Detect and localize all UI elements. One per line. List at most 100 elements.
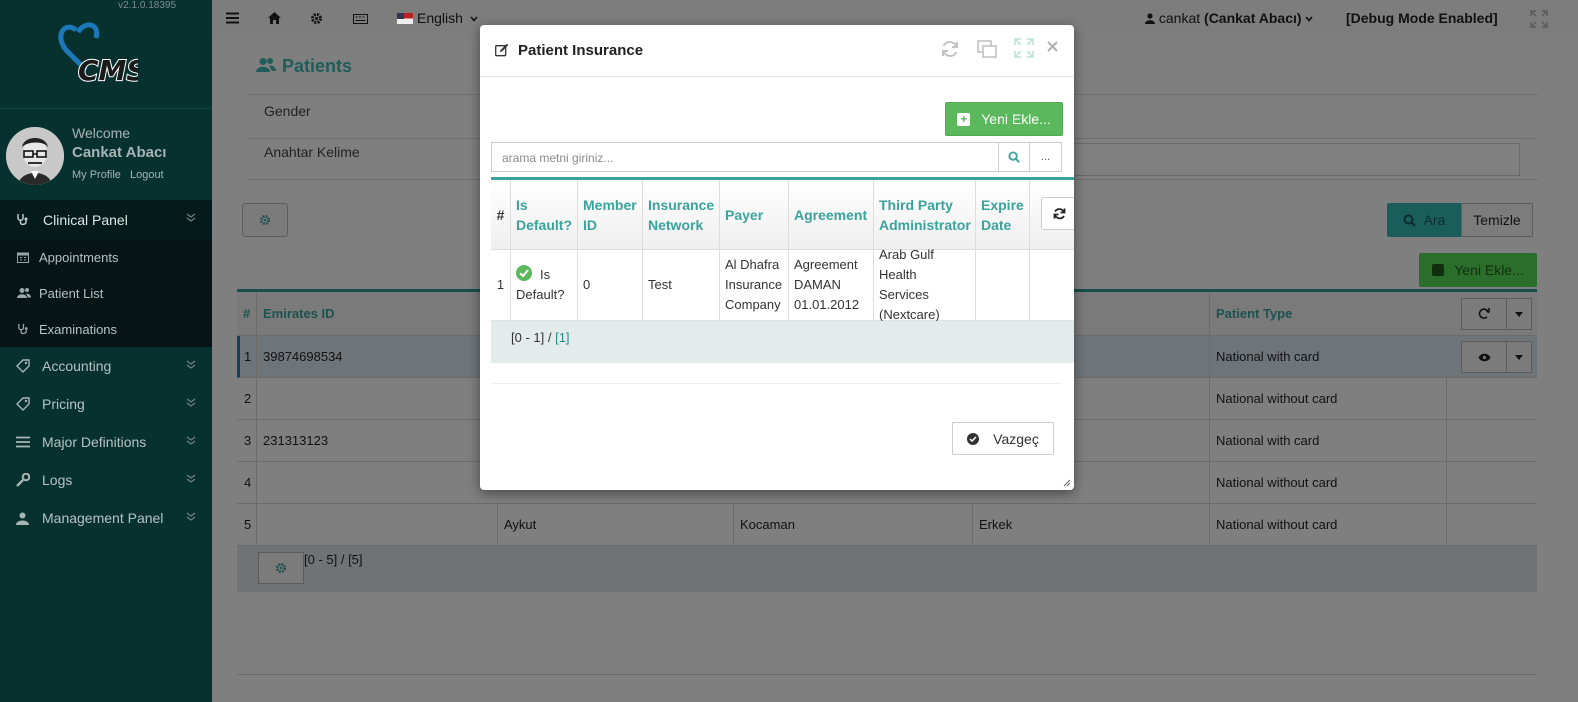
column-header-agreement[interactable]: Agreement — [788, 180, 873, 249]
table-pager: [0 - 5] / [5] — [304, 552, 363, 567]
table-footer: [0 - 1] / [1] — [491, 321, 1074, 363]
table-row[interactable]: 5 Aykut Kocaman Erkek National without c… — [237, 504, 1537, 546]
advanced-search-button[interactable]: ... — [1029, 142, 1062, 172]
sidebar-item-examinations[interactable]: Examinations — [0, 311, 212, 347]
clinical-submenu: Appointments Patient List Examinations — [0, 239, 212, 347]
modal-refresh-icon[interactable] — [940, 39, 960, 59]
column-header-no: # — [243, 306, 251, 321]
search-button[interactable]: Ara — [1387, 203, 1461, 237]
filter-settings-button[interactable] — [242, 203, 288, 237]
table-row[interactable]: 1 Is Default? 0 Test Al Dhafra Insurance… — [491, 247, 1074, 322]
chevron-down-icon — [186, 435, 196, 445]
table-refresh-button[interactable] — [1461, 298, 1507, 330]
column-header-third-party-administrator[interactable]: Third Party Administrator — [873, 180, 975, 249]
users-icon — [17, 287, 31, 299]
view-button[interactable] — [1461, 341, 1507, 373]
chevron-down-icon — [186, 212, 196, 222]
us-flag-icon — [397, 13, 413, 24]
sidebar-item-logs[interactable]: Logs — [0, 461, 212, 499]
sidebar-item-clinical-panel[interactable]: Clinical Panel — [0, 200, 212, 239]
column-header-payer[interactable]: Payer — [719, 180, 788, 249]
column-header-member-id[interactable]: Member ID — [577, 180, 642, 249]
sidebar-item-management-panel[interactable]: Management Panel — [0, 499, 212, 537]
actions-cell — [1446, 420, 1537, 461]
add-insurance-button[interactable]: + Yeni Ekle... — [945, 102, 1063, 136]
row-actions-cell — [1029, 250, 1074, 320]
patient-type-cell: National with card — [1209, 420, 1446, 461]
logout-link[interactable]: Logout — [130, 169, 164, 181]
sidebar-item-patient-list[interactable]: Patient List — [0, 275, 212, 311]
chevron-down-icon — [186, 359, 196, 369]
gear-icon — [275, 562, 287, 574]
keyboard-icon[interactable] — [353, 14, 368, 24]
user-name: Cankat Abacı — [72, 144, 167, 161]
gear-icon — [259, 214, 271, 226]
is-default-cell: Is Default? — [510, 250, 577, 320]
add-patient-button[interactable]: Yeni Ekle... — [1419, 253, 1537, 287]
menu-toggle-icon[interactable] — [226, 12, 239, 24]
chevron-down-icon — [470, 16, 478, 22]
column-header-emirates-id[interactable]: Emirates ID — [256, 292, 497, 335]
home-icon[interactable] — [268, 12, 281, 24]
modal-close-icon[interactable] — [1047, 41, 1058, 52]
search-icon — [1008, 151, 1020, 163]
sidebar-item-major-definitions[interactable]: Major Definitions — [0, 423, 212, 461]
user-menu[interactable]: cankat (Cankat Abacı) — [1145, 10, 1314, 26]
sidebar-item-label: Appointments — [39, 249, 119, 265]
page-title: Patients — [256, 56, 352, 77]
modal-title: Patient Insurance — [518, 42, 644, 59]
column-header-expire-date[interactable]: Expire Date — [975, 180, 1029, 249]
column-header-patient-type[interactable]: Patient Type — [1209, 292, 1446, 335]
insurance-search-input[interactable]: arama metni giriniz... — [491, 142, 999, 172]
patient-type-cell: National without card — [1209, 504, 1446, 545]
payer-cell: Al Dhafra Insurance Company — [719, 250, 788, 320]
cancel-button[interactable]: Vazgeç — [952, 422, 1054, 455]
row-number: 1 — [244, 349, 252, 364]
modal-restore-icon[interactable] — [977, 40, 997, 58]
column-header-insurance-network[interactable]: Insurance Network — [642, 180, 719, 249]
column-header-no: # — [496, 206, 505, 223]
table-options-dropdown[interactable] — [1506, 298, 1532, 330]
sidebar-menu: Clinical Panel Appointments Patient List — [0, 200, 212, 537]
surname-cell: Kocaman — [733, 504, 972, 545]
user-icon — [16, 512, 30, 525]
table-pager: [0 - 1] / [1] — [511, 330, 570, 345]
page-title-text: Patients — [282, 56, 353, 76]
modal-maximize-icon[interactable] — [1014, 38, 1034, 58]
insurance-table: # Is Default? Member ID Insurance Networ… — [491, 177, 1074, 363]
actions-cell — [1446, 462, 1537, 503]
sidebar-item-appointments[interactable]: Appointments — [0, 239, 212, 275]
avatar[interactable] — [6, 127, 64, 185]
tag-icon — [16, 359, 30, 373]
edit-icon — [495, 43, 509, 57]
agreement-cell: Agreement DAMAN 01.01.2012 — [788, 250, 873, 320]
cancel-button-label: Vazgeç — [993, 430, 1039, 447]
insurance-search-button[interactable] — [998, 142, 1030, 172]
cms-logo[interactable]: CMS — [56, 18, 138, 90]
language-selector[interactable]: English — [397, 10, 478, 26]
user-icon — [1145, 13, 1155, 24]
resize-handle-icon[interactable] — [1063, 479, 1071, 487]
keyword-input[interactable] — [1050, 143, 1520, 176]
footer-settings-button[interactable] — [258, 552, 304, 584]
clear-button[interactable]: Temizle — [1461, 203, 1533, 237]
column-header-is-default[interactable]: Is Default? — [510, 180, 577, 249]
check-circle-icon — [516, 265, 532, 281]
sidebar-item-label: Patient List — [39, 285, 104, 301]
table-header: # Is Default? Member ID Insurance Networ… — [491, 180, 1074, 250]
caret-down-icon — [1515, 311, 1523, 317]
row-actions-dropdown[interactable] — [1506, 341, 1532, 373]
insurance-refresh-button[interactable] — [1041, 197, 1074, 230]
sidebar-item-pricing[interactable]: Pricing — [0, 385, 212, 423]
sidebar-item-accounting[interactable]: Accounting — [0, 347, 212, 385]
my-profile-link[interactable]: My Profile — [72, 169, 121, 181]
pager-total-link[interactable]: [1] — [555, 330, 569, 345]
debug-mode-indicator: [Debug Mode Enabled] — [1346, 10, 1498, 26]
chevron-down-icon — [186, 511, 196, 521]
settings-gear-icon[interactable] — [310, 12, 323, 25]
expire-date-cell — [975, 250, 1029, 320]
tpa-cell: Arab Gulf Health Services (Nextcare) — [873, 247, 975, 322]
emirates-id-cell — [256, 462, 497, 503]
fullscreen-icon[interactable] — [1530, 10, 1548, 28]
chevron-down-icon — [1305, 16, 1314, 22]
